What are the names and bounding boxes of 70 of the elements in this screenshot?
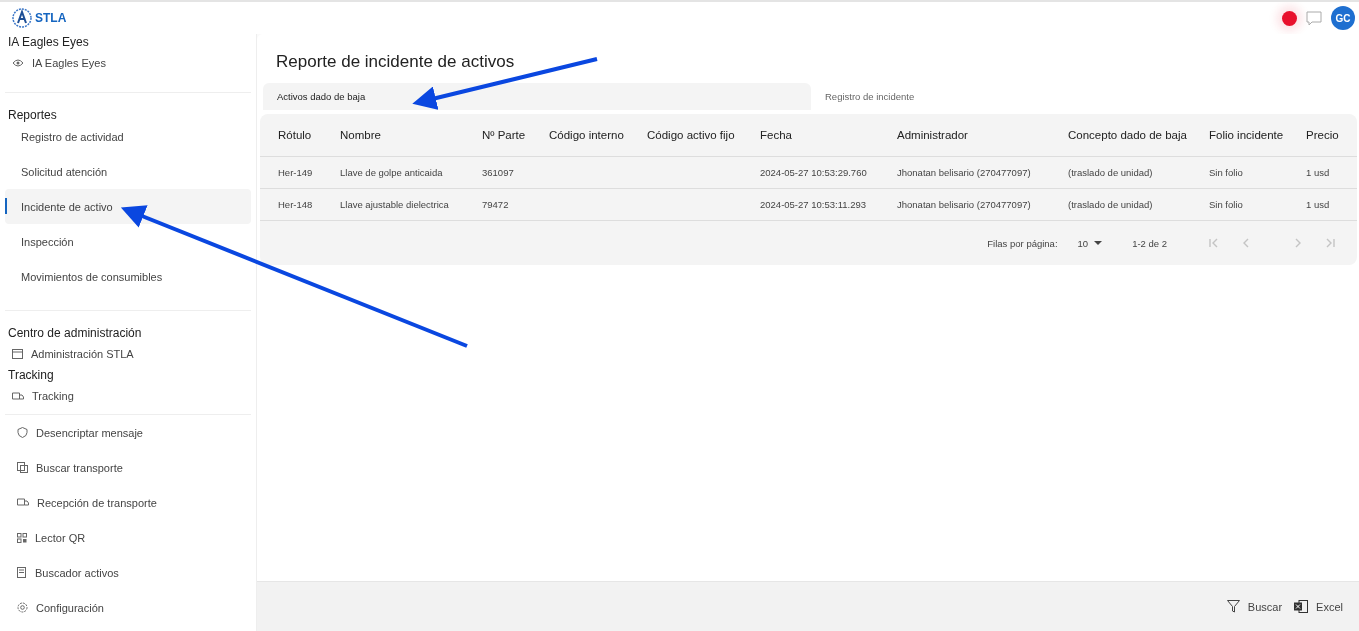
column-header: Código interno <box>549 129 625 141</box>
chevron-left-icon <box>1241 238 1251 248</box>
sidebar-item[interactable]: Incidente de activo <box>5 189 251 224</box>
sidebar-item[interactable]: Buscar transporte <box>5 450 251 485</box>
table-cell-text: Llave de golpe anticaida <box>340 167 444 178</box>
last-page-icon <box>1325 238 1335 248</box>
table-cell-text: 1 usd <box>1306 199 1331 210</box>
sidebar-item[interactable]: Inspección <box>5 224 251 259</box>
chevron-right-icon <box>1293 238 1303 248</box>
shield-icon <box>17 427 28 438</box>
brand-name: STLA <box>35 11 67 25</box>
table-cell-text: 2024-05-27 10:53:29.760 <box>760 167 868 178</box>
export-button[interactable]: Excel <box>1292 596 1345 617</box>
column-header: Concepto dado de baja <box>1068 129 1188 141</box>
column-header: Rótulo <box>278 129 313 141</box>
caret-icon <box>1094 241 1103 245</box>
table-cell-text: 1 usd <box>1306 167 1331 178</box>
rows-per-page-label: Filas por página: <box>987 237 1058 249</box>
table-cell-text: 361097 <box>482 167 515 178</box>
spreadsheet-icon <box>1294 600 1309 613</box>
document-icon <box>17 462 28 473</box>
rows-per-page-select[interactable]: 10 <box>1077 237 1103 249</box>
table-cell-text: Jhonatan belisario (270477097) <box>897 199 1032 210</box>
truck-icon <box>12 391 24 401</box>
sidebar-item[interactable]: Recepción de transporte <box>5 485 251 520</box>
table-cell-text: 2024-05-27 10:53:11.293 <box>760 199 867 210</box>
column-header: Nº Parte <box>482 129 527 141</box>
table-cell-text: Her-148 <box>278 199 314 210</box>
logo-icon <box>12 8 32 28</box>
section-title: Centro de administración <box>7 325 143 341</box>
column-header: Administrador <box>897 129 969 141</box>
section-title: IA Eagles Eyes <box>7 34 90 50</box>
column-header: Nombre <box>340 129 382 141</box>
truck-icon <box>17 498 29 507</box>
sidebar-item[interactable]: IA Eagles Eyes <box>5 50 251 76</box>
search-button[interactable]: Buscar <box>1224 596 1285 617</box>
table-cell-text: Llave ajustable dielectrica <box>340 199 450 210</box>
sidebar-item[interactable]: Buscador activos <box>5 555 251 590</box>
sidebar-item[interactable]: Tracking <box>5 383 251 408</box>
page-range: 1-2 de 2 <box>1132 237 1167 249</box>
column-header: Código activo fijo <box>647 129 736 141</box>
qr-code-icon <box>17 532 27 543</box>
settings-icon <box>17 602 28 613</box>
user-avatar[interactable]: GC <box>1331 6 1355 30</box>
column-header: Folio incidente <box>1209 129 1285 141</box>
table-cell-text: (traslado de unidad) <box>1068 199 1154 210</box>
page-title: Reporte de incidente de activos <box>276 52 516 72</box>
table-cell-text: Sin folio <box>1209 167 1244 178</box>
eye-icon <box>12 59 24 67</box>
table-cell-text: Sin folio <box>1209 199 1244 210</box>
table-cell-text: Her-149 <box>278 167 314 178</box>
list-icon <box>17 567 27 578</box>
table-cell-text: (traslado de unidad) <box>1068 167 1154 178</box>
sidebar-item[interactable]: Solicitud atención <box>5 154 251 189</box>
filter-icon <box>1226 600 1240 613</box>
section-title: Tracking <box>7 367 55 383</box>
table-cell-text: Jhonatan belisario (270477097) <box>897 167 1032 178</box>
column-header: Precio <box>1306 129 1340 141</box>
sidebar-item[interactable]: Lector QR <box>5 520 251 555</box>
window-icon <box>12 349 23 359</box>
sidebar-item[interactable]: Configuración <box>5 590 251 625</box>
status-dot-icon <box>1282 10 1297 26</box>
sidebar-item[interactable]: Desencriptar mensaje <box>5 415 251 450</box>
tab[interactable]: Activos dado de baja <box>263 83 811 110</box>
first-page-icon <box>1209 238 1219 248</box>
sidebar-item[interactable]: Movimientos de consumibles <box>5 259 251 294</box>
column-header: Fecha <box>760 129 793 141</box>
chat-icon[interactable] <box>1306 10 1322 26</box>
sidebar-item[interactable]: Administración STLA <box>5 341 251 367</box>
table-cell-text: 79472 <box>482 199 510 210</box>
